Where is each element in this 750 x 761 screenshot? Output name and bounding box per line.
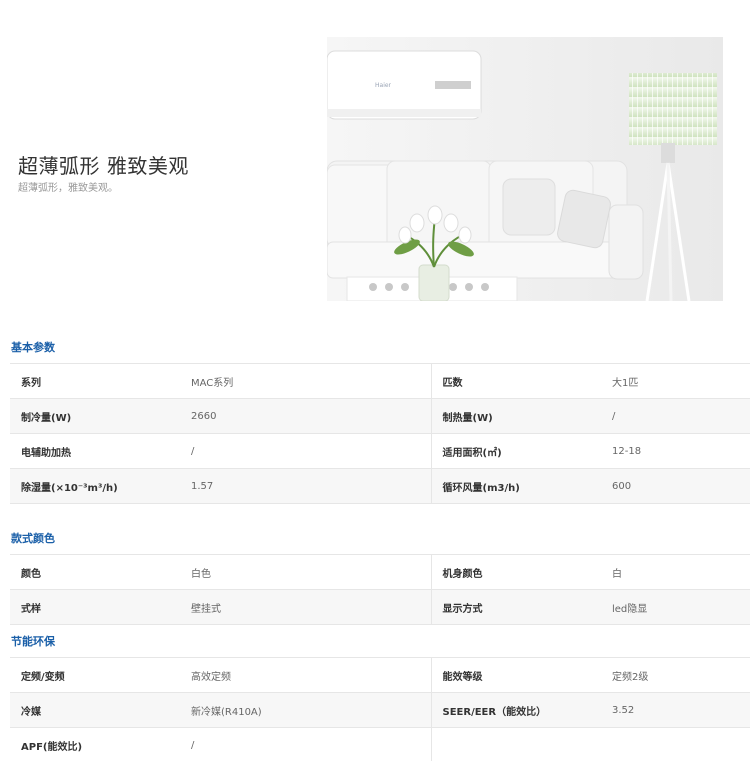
spec-key: APF(能效比) <box>10 727 180 761</box>
section-title-style-color: 款式颜色 <box>11 532 55 545</box>
spec-key: SEER/EER（能效比） <box>431 692 601 728</box>
product-photo: Haier <box>327 37 723 301</box>
spec-value: 白 <box>601 554 750 590</box>
spec-value <box>601 727 750 761</box>
spec-key: 冷媒 <box>10 692 180 728</box>
section-title-energy: 节能环保 <box>11 635 55 648</box>
spec-key: 除湿量(×10⁻³m³/h) <box>10 468 180 504</box>
spec-key: 定频/变频 <box>10 657 180 693</box>
spec-key: 机身颜色 <box>431 554 601 590</box>
hero-banner: 超薄弧形 雅致美观 超薄弧形，雅致美观。 Haier <box>0 0 750 320</box>
spec-table-basic: 系列 MAC系列 匹数 大1匹 制冷量(W) 2660 制热量(W) / 电辅助… <box>10 363 750 504</box>
table-row: 制冷量(W) 2660 制热量(W) / <box>10 398 750 434</box>
spec-value: 1.57 <box>180 468 432 504</box>
spec-value: 12-18 <box>601 433 750 469</box>
spec-value: 600 <box>601 468 750 504</box>
spec-value: 壁挂式 <box>180 589 432 625</box>
hero-subtitle: 超薄弧形，雅致美观。 <box>18 183 118 194</box>
spec-value: 高效定频 <box>180 657 432 693</box>
spec-value: MAC系列 <box>180 363 432 399</box>
spec-table-energy: 定频/变频 高效定频 能效等级 定频2级 冷媒 新冷媒(R410A) SEER/… <box>10 657 750 761</box>
section-title-basic-params: 基本参数 <box>11 341 55 354</box>
spec-value: / <box>180 727 432 761</box>
spec-key: 式样 <box>10 589 180 625</box>
spec-value: led隐显 <box>601 589 750 625</box>
sofa <box>327 160 644 280</box>
table-row: 颜色 白色 机身颜色 白 <box>10 554 750 590</box>
air-conditioner-unit: Haier <box>327 50 482 120</box>
spec-key <box>431 727 601 761</box>
table-row: 除湿量(×10⁻³m³/h) 1.57 循环风量(m3/h) 600 <box>10 468 750 504</box>
spec-key: 颜色 <box>10 554 180 590</box>
hero-title: 超薄弧形 雅致美观 <box>18 154 189 178</box>
spec-value: 大1匹 <box>601 363 750 399</box>
table-row: APF(能效比) / <box>10 727 750 761</box>
spec-value: 3.52 <box>601 692 750 728</box>
living-room-illustration: Haier <box>327 37 723 301</box>
table-row: 定频/变频 高效定频 能效等级 定频2级 <box>10 657 750 693</box>
spec-value: / <box>601 398 750 434</box>
table-row: 系列 MAC系列 匹数 大1匹 <box>10 363 750 399</box>
spec-table-style: 颜色 白色 机身颜色 白 式样 壁挂式 显示方式 led隐显 <box>10 554 750 625</box>
spec-value: 新冷媒(R410A) <box>180 692 432 728</box>
spec-key: 循环风量(m3/h) <box>431 468 601 504</box>
table-row: 冷媒 新冷媒(R410A) SEER/EER（能效比） 3.52 <box>10 692 750 728</box>
spec-key: 系列 <box>10 363 180 399</box>
spec-key: 适用面积(㎡) <box>431 433 601 469</box>
spec-key: 制热量(W) <box>431 398 601 434</box>
spec-value: 2660 <box>180 398 432 434</box>
spec-key: 制冷量(W) <box>10 398 180 434</box>
table-row: 式样 壁挂式 显示方式 led隐显 <box>10 589 750 625</box>
spec-key: 显示方式 <box>431 589 601 625</box>
ac-logo: Haier <box>375 82 392 89</box>
table-row: 电辅助加热 / 适用面积(㎡) 12-18 <box>10 433 750 469</box>
spec-key: 电辅助加热 <box>10 433 180 469</box>
spec-key: 匹数 <box>431 363 601 399</box>
spec-value: 白色 <box>180 554 432 590</box>
spec-key: 能效等级 <box>431 657 601 693</box>
spec-value: 定频2级 <box>601 657 750 693</box>
spec-value: / <box>180 433 432 469</box>
